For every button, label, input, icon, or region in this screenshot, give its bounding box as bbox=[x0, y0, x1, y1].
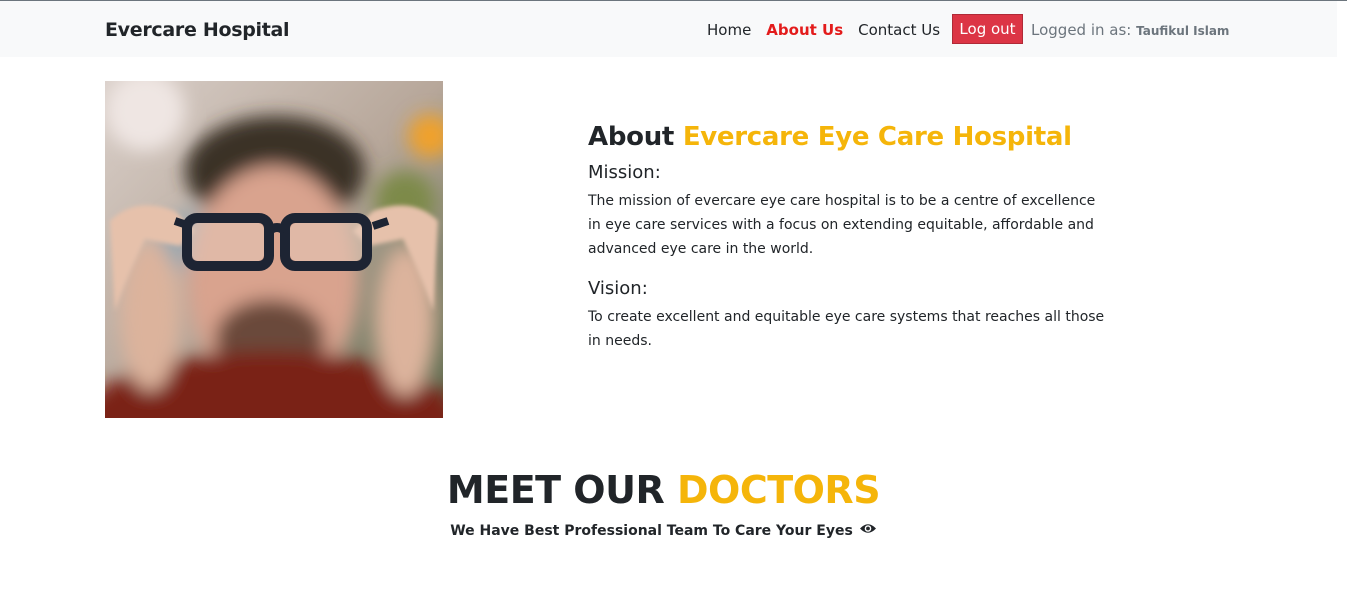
nav-home[interactable]: Home bbox=[707, 21, 751, 39]
about-title-prefix: About bbox=[588, 122, 675, 152]
eye-icon bbox=[859, 522, 877, 539]
mission-heading: Mission: bbox=[588, 162, 661, 183]
vision-text: To create excellent and equitable eye ca… bbox=[588, 309, 1105, 349]
nav-links: Home About Us Contact Us bbox=[707, 21, 955, 39]
meet-subtitle-row: We Have Best Professional Team To Care Y… bbox=[450, 522, 877, 539]
nav-about-us[interactable]: About Us bbox=[766, 21, 843, 39]
logged-in-status: Logged in as: Taufikul Islam bbox=[1031, 21, 1229, 39]
user-name: Taufikul Islam bbox=[1136, 24, 1230, 38]
logged-in-label: Logged in as: bbox=[1031, 21, 1132, 39]
about-title: About Evercare Eye Care Hospital bbox=[588, 122, 1108, 152]
meet-title-prefix: MEET OUR bbox=[446, 468, 665, 512]
meet-subtitle: We Have Best Professional Team To Care Y… bbox=[450, 522, 853, 539]
meet-doctors-section: MEET OUR DOCTORS We Have Best Profession… bbox=[0, 468, 1327, 539]
mission-text: The mission of evercare eye care hospita… bbox=[588, 193, 1096, 257]
about-title-accent: Evercare Eye Care Hospital bbox=[682, 122, 1072, 152]
hero-image bbox=[105, 81, 443, 418]
vision-heading: Vision: bbox=[588, 278, 648, 299]
brand-logo[interactable]: Evercare Hospital bbox=[105, 19, 290, 41]
about-section: About Evercare Eye Care Hospital Mission… bbox=[588, 122, 1108, 353]
logout-button[interactable]: Log out bbox=[952, 14, 1023, 44]
nav-contact-us[interactable]: Contact Us bbox=[858, 21, 940, 39]
meet-title: MEET OUR DOCTORS bbox=[0, 468, 1327, 512]
meet-title-accent: DOCTORS bbox=[676, 468, 881, 512]
navbar: Evercare Hospital Home About Us Contact … bbox=[0, 1, 1337, 57]
